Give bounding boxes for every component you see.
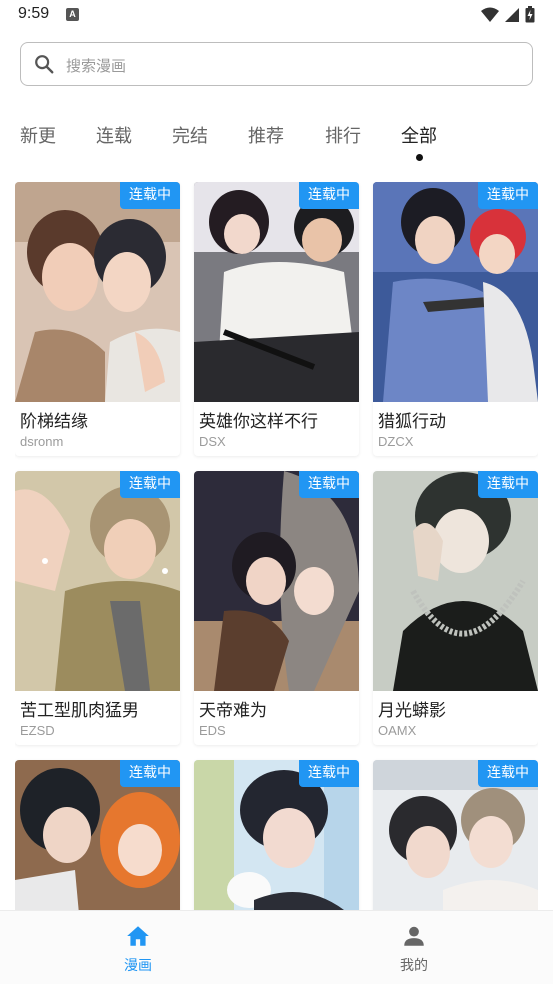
comic-title: 阶梯结缘 — [20, 412, 88, 432]
search-placeholder: 搜索漫画 — [66, 57, 127, 75]
tab-all[interactable]: 全部 — [401, 122, 437, 148]
status-badge: 连载中 — [120, 760, 180, 787]
status-icons — [481, 6, 535, 23]
status-badge: 连载中 — [299, 760, 359, 787]
comic-card[interactable]: 连载中 月光蟒影 OAMX — [373, 471, 538, 745]
tab-serializing[interactable]: 连载 — [96, 122, 132, 148]
nav-label: 我的 — [400, 958, 428, 974]
comic-author: DSX — [199, 434, 226, 449]
comic-grid: 连载中 阶梯结缘 dsronm 连载中 英雄你这样不行 DSX 连载中 猎狐行动… — [15, 182, 538, 910]
status-badge: 连载中 — [478, 182, 538, 209]
nav-label: 漫画 — [124, 958, 152, 974]
search-icon — [35, 55, 54, 74]
comic-title: 猎狐行动 — [378, 412, 446, 432]
status-badge: 连载中 — [299, 471, 359, 498]
comic-card[interactable]: 连载中 阶梯结缘 dsronm — [15, 182, 180, 456]
nav-item-comics[interactable]: 漫画 — [78, 911, 198, 985]
status-badge: 连载中 — [120, 471, 180, 498]
comic-card[interactable]: 连载中 — [373, 760, 538, 910]
nav-item-mine[interactable]: 我的 — [354, 911, 474, 985]
active-tab-indicator — [416, 154, 423, 161]
comic-author: dsronm — [20, 434, 64, 449]
comic-card[interactable]: 连载中 苦工型肌肉猛男 EZSD — [15, 471, 180, 745]
comic-cover — [15, 471, 180, 691]
comic-author: EZSD — [20, 723, 55, 738]
comic-title: 天帝难为 — [199, 701, 267, 721]
comic-author: DZCX — [378, 434, 414, 449]
comic-cover — [194, 471, 359, 691]
status-badge: 连载中 — [299, 182, 359, 209]
comic-cover — [373, 471, 538, 691]
person-icon — [404, 926, 424, 946]
battery-icon — [525, 6, 535, 23]
comic-author: OAMX — [378, 723, 417, 738]
status-time: 9:59 — [18, 5, 50, 22]
comic-title: 英雄你这样不行 — [199, 412, 318, 432]
tab-new[interactable]: 新更 — [20, 122, 56, 148]
home-icon — [127, 926, 149, 946]
status-badge: 连载中 — [478, 471, 538, 498]
tab-ranking[interactable]: 排行 — [325, 122, 361, 148]
comic-card[interactable]: 连载中 英雄你这样不行 DSX — [194, 182, 359, 456]
comic-author: EDS — [199, 723, 226, 738]
comic-cover — [194, 182, 359, 402]
category-tabs: 新更 连载 完结 推荐 排行 全部 — [0, 122, 553, 166]
comic-card[interactable]: 连载中 — [15, 760, 180, 910]
comic-card[interactable]: 连载中 — [194, 760, 359, 910]
status-badge: 连载中 — [120, 182, 180, 209]
comic-title: 苦工型肌肉猛男 — [20, 701, 139, 721]
comic-card[interactable]: 连载中 猎狐行动 DZCX — [373, 182, 538, 456]
signal-icon — [505, 7, 519, 22]
bottom-nav: 漫画 我的 — [0, 910, 553, 984]
notification-icon: A — [66, 8, 79, 21]
status-badge: 连载中 — [478, 760, 538, 787]
comic-cover — [373, 182, 538, 402]
tab-recommended[interactable]: 推荐 — [248, 122, 284, 148]
comic-title: 月光蟒影 — [378, 701, 446, 721]
status-bar: 9:59 A — [0, 0, 553, 30]
search-input[interactable]: 搜索漫画 — [20, 42, 533, 86]
wifi-icon — [481, 7, 499, 22]
comic-card[interactable]: 连载中 天帝难为 EDS — [194, 471, 359, 745]
tab-completed[interactable]: 完结 — [172, 122, 208, 148]
comic-cover — [15, 182, 180, 402]
